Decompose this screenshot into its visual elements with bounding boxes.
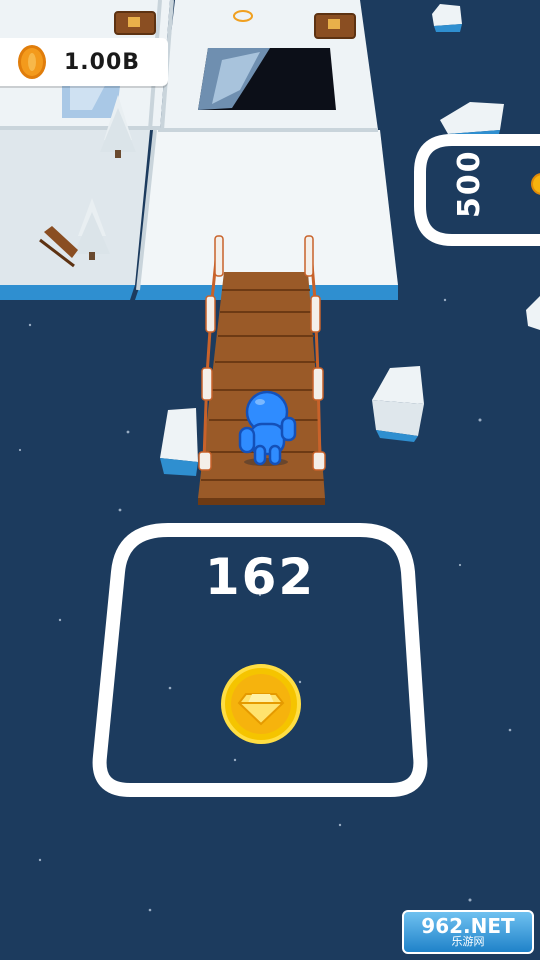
ice-chunk-left <box>160 408 198 476</box>
ice-chunk-edge-right <box>526 296 540 330</box>
watermark-main-text: 962.NET <box>421 914 515 938</box>
watermark-logo: 962.NET 乐游网 <box>402 910 534 954</box>
coin-balance-panel: 1.00B <box>0 38 168 86</box>
ice-chunk-right <box>372 366 424 442</box>
watermark-sub-text: 乐游网 <box>451 935 485 948</box>
unlock-cost-side: 500 <box>452 149 487 218</box>
unlock-cost-main: 162 <box>204 548 316 606</box>
game-scene <box>0 0 540 912</box>
ice-hole <box>198 48 336 110</box>
coin-balance-text: 1.00B <box>64 49 141 75</box>
wooden-sign-right <box>314 13 356 39</box>
side-zone-coin-icon <box>531 173 540 195</box>
wooden-sign-left <box>114 11 156 35</box>
ice-chunk-top <box>432 4 462 32</box>
coin-icon <box>18 45 46 79</box>
gem-coin-icon <box>221 664 301 744</box>
